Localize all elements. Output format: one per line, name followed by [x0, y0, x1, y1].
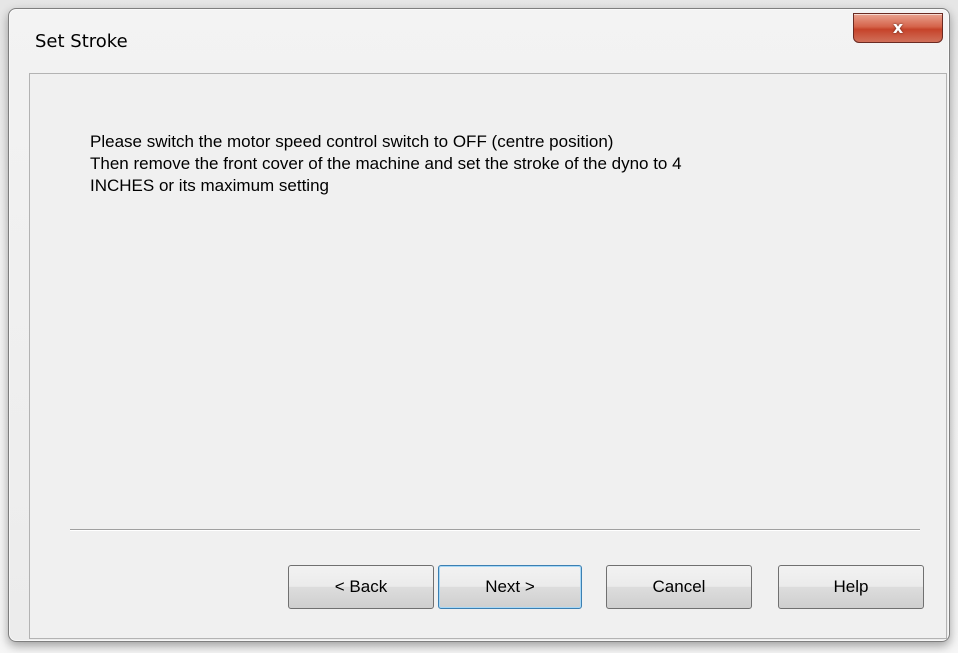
close-button[interactable]: x	[853, 13, 943, 43]
next-button[interactable]: Next >	[438, 565, 582, 609]
button-separator	[70, 529, 920, 531]
back-button[interactable]: < Back	[288, 565, 434, 609]
close-icon: x	[892, 18, 904, 37]
set-stroke-dialog: Set Stroke x Please switch the motor spe…	[8, 8, 950, 642]
title-bar[interactable]: Set Stroke x	[9, 9, 949, 73]
cancel-button[interactable]: Cancel	[606, 565, 752, 609]
instruction-line: Then remove the front cover of the machi…	[90, 154, 682, 173]
instruction-line: INCHES or its maximum setting	[90, 176, 329, 195]
instruction-message: Please switch the motor speed control sw…	[90, 131, 870, 197]
dialog-content: Please switch the motor speed control sw…	[29, 73, 947, 639]
instruction-line: Please switch the motor speed control sw…	[90, 132, 614, 151]
help-button[interactable]: Help	[778, 565, 924, 609]
window-title: Set Stroke	[35, 31, 128, 52]
